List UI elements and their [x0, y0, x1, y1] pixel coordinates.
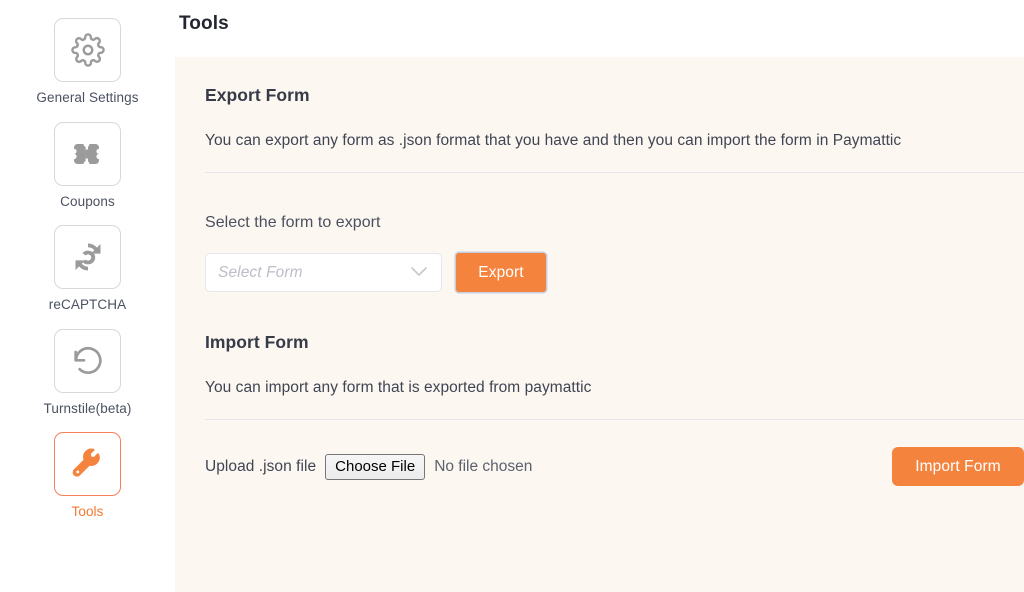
choose-file-button[interactable]: Choose File: [325, 453, 426, 480]
main-content: Tools Export Form You can export any for…: [175, 0, 1024, 592]
sidebar-item-label: reCAPTCHA: [48, 297, 127, 312]
export-form-description: You can export any form as .json format …: [205, 132, 902, 149]
sidebar-item-coupons[interactable]: Coupons: [0, 121, 175, 209]
select-form-placeholder: Select Form: [218, 263, 303, 281]
sidebar-tile[interactable]: [54, 18, 121, 82]
sidebar-item-general-settings[interactable]: General Settings: [0, 18, 175, 105]
export-button[interactable]: Export: [456, 253, 546, 292]
sidebar-item-turnstile[interactable]: Turnstile(beta): [0, 328, 175, 416]
gear-icon: [70, 33, 105, 67]
export-form-heading: Export Form: [205, 85, 310, 105]
export-controls-row: Select Form Export: [205, 253, 1024, 292]
select-form-label: Select the form to export: [205, 214, 381, 231]
settings-sidebar: General Settings Coupons reCAPTCHA Turns…: [0, 0, 175, 592]
tools-panel: Export Form You can export any form as .…: [175, 57, 1024, 592]
coupon-icon: [71, 140, 105, 168]
upload-json-label: Upload .json file: [205, 457, 317, 475]
sidebar-item-label: Coupons: [60, 193, 115, 209]
sidebar-item-label: General Settings: [36, 90, 139, 105]
no-file-chosen-text: No file chosen: [434, 457, 533, 475]
recaptcha-icon: [70, 240, 106, 274]
sidebar-tile[interactable]: [54, 432, 121, 496]
import-form-description: You can import any form that is exported…: [205, 379, 592, 396]
select-form-dropdown[interactable]: Select Form: [205, 253, 442, 292]
sidebar-item-recaptcha[interactable]: reCAPTCHA: [0, 225, 175, 312]
tools-settings-page: General Settings Coupons reCAPTCHA Turns…: [0, 0, 1024, 592]
wrench-icon: [71, 448, 104, 481]
turnstile-icon: [71, 344, 105, 378]
select-form-box[interactable]: Select Form: [205, 253, 442, 292]
upload-row: Upload .json file Choose File No file ch…: [205, 447, 1024, 486]
sidebar-item-label: Turnstile(beta): [43, 400, 132, 416]
sidebar-tile[interactable]: [54, 225, 121, 289]
sidebar-tile[interactable]: [54, 121, 121, 186]
sidebar-item-tools[interactable]: Tools: [0, 432, 175, 519]
import-button-slot: Import Form: [892, 447, 1024, 486]
import-divider: [205, 419, 1024, 420]
import-form-button[interactable]: Import Form: [892, 447, 1024, 486]
sidebar-item-label: Tools: [71, 504, 104, 519]
import-form-heading: Import Form: [205, 332, 309, 352]
page-title: Tools: [179, 13, 229, 34]
export-divider: [205, 172, 1024, 173]
sidebar-tile[interactable]: [54, 328, 121, 393]
